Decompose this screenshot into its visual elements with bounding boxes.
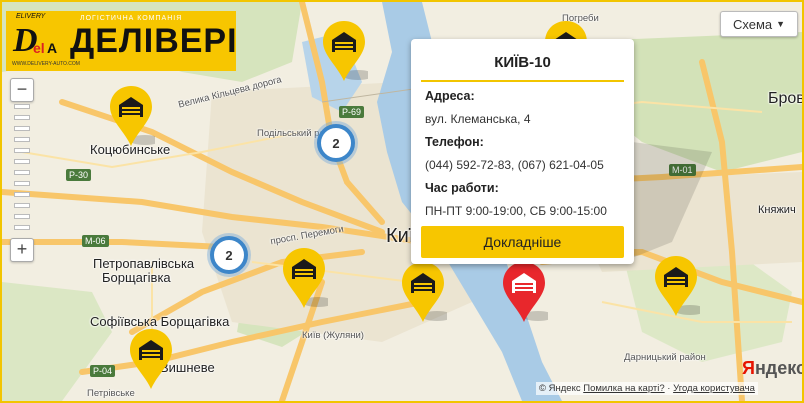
cluster-marker[interactable]: 2 bbox=[317, 124, 355, 162]
copyright-owner: © Яндекс bbox=[539, 383, 581, 394]
map-label-darnytskyi: Дарницький район bbox=[624, 352, 706, 363]
delivery-mark: D el A bbox=[11, 17, 67, 61]
warehouse-info-balloon: КИЇВ-10 Адреса: вул. Клеманська, 4 Телеф… bbox=[411, 39, 634, 264]
logo-brand: ДЕЛІВЕРІ bbox=[70, 22, 238, 60]
address-value: вул. Клеманська, 4 bbox=[425, 112, 531, 126]
map-label-brovary: Бров bbox=[768, 90, 804, 107]
map-label-kniazhychi: Княжич bbox=[758, 204, 796, 216]
chevron-down-icon: ▼ bbox=[776, 19, 786, 29]
warehouse-pin[interactable] bbox=[320, 19, 368, 85]
logo-mark-top: ELIVERY bbox=[16, 13, 46, 20]
details-button[interactable]: Докладніше bbox=[421, 226, 624, 258]
cluster-count: 2 bbox=[225, 247, 233, 263]
yandex-logo[interactable]: Яндекс bbox=[742, 358, 802, 379]
map-type-label: Схема bbox=[732, 16, 773, 32]
road-sign-r04: Р-04 bbox=[90, 365, 116, 377]
terms-link[interactable]: Угода користувача bbox=[673, 383, 755, 394]
svg-text:el: el bbox=[33, 40, 45, 56]
warehouse-pin[interactable] bbox=[127, 327, 175, 393]
road-sign-m06: М-06 bbox=[82, 235, 109, 247]
selected-warehouse-pin[interactable] bbox=[500, 260, 548, 326]
copyright-separator: · bbox=[667, 383, 671, 394]
road-sign-r30: Р-30 bbox=[66, 169, 92, 181]
copyright-bar: © Яндекс Помилка на карті? · Угода корис… bbox=[536, 382, 758, 395]
phone-value: (044) 592-72-83, (067) 621-04-05 bbox=[425, 158, 604, 172]
address-label: Адреса: bbox=[425, 89, 475, 103]
map-view[interactable]: Коцюбинське Петропавлівська Борщагівка С… bbox=[0, 0, 804, 403]
logo-url: WWW.DELIVERY-AUTO.COM bbox=[12, 61, 80, 67]
zoom-slider[interactable] bbox=[14, 104, 30, 234]
zoom-in-button[interactable]: + bbox=[10, 238, 34, 262]
zoom-control[interactable]: − + bbox=[10, 78, 34, 262]
hours-value: ПН-ПТ 9:00-19:00, СБ 9:00-15:00 bbox=[425, 204, 607, 218]
map-label-zhuliany: Київ (Жуляни) bbox=[302, 330, 364, 341]
delivery-logo[interactable]: D el A ELIVERY ЛОГІСТИЧНА КОМПАНІЯ ДЕЛІВ… bbox=[6, 11, 238, 71]
svg-text:A: A bbox=[47, 40, 57, 56]
map-label-petropavlivska: Петропавлівська bbox=[93, 256, 195, 271]
map-type-button[interactable]: Схема ▼ bbox=[720, 11, 798, 37]
cluster-marker[interactable]: 2 bbox=[210, 236, 248, 274]
balloon-divider bbox=[421, 80, 624, 82]
zoom-out-button[interactable]: − bbox=[10, 78, 34, 102]
phone-label: Телефон: bbox=[425, 135, 484, 149]
warehouse-pin[interactable] bbox=[280, 246, 328, 312]
warehouse-pin[interactable] bbox=[107, 84, 155, 150]
balloon-title: КИЇВ-10 bbox=[494, 54, 551, 71]
warehouse-pin[interactable] bbox=[399, 260, 447, 326]
road-sign-r69: Р-69 bbox=[339, 106, 365, 118]
hours-label: Час работи: bbox=[425, 181, 499, 195]
map-label-borshchahivka: Борщагівка bbox=[102, 270, 171, 285]
report-error-link[interactable]: Помилка на карті? bbox=[583, 383, 664, 394]
cluster-count: 2 bbox=[332, 135, 340, 151]
